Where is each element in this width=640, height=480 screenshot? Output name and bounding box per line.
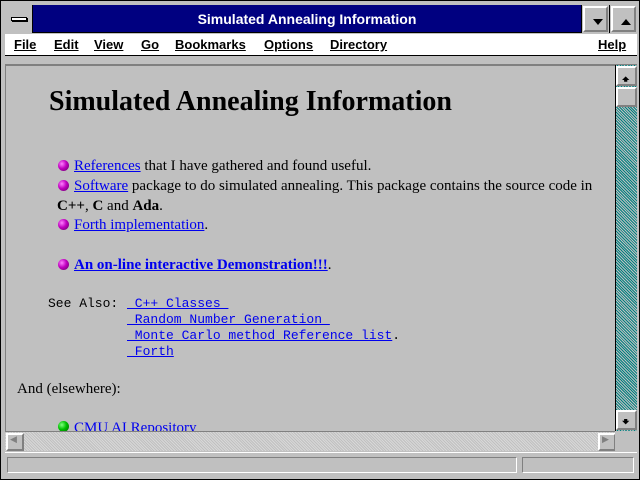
scrollbar-corner	[615, 431, 637, 451]
vertical-scrollbar[interactable]: 🠹 🠻	[615, 65, 637, 431]
menu-help[interactable]: Help	[598, 37, 626, 52]
menu-bookmarks[interactable]: Bookmarks	[175, 37, 246, 52]
magenta-ball-bullet	[58, 160, 69, 171]
menu-directory[interactable]: Directory	[330, 37, 387, 52]
see-also-label: See Also:	[48, 296, 119, 311]
list-item: CMU AI Repository	[74, 419, 197, 431]
status-message	[7, 457, 517, 473]
list-item: References that I have gathered and foun…	[74, 158, 372, 174]
maximize-icon	[621, 19, 631, 25]
demonstration-link[interactable]: An on-line interactive Demonstration!!!	[74, 257, 328, 273]
progress-indicator	[522, 457, 634, 473]
forth-link[interactable]: Forth	[127, 344, 174, 359]
window-title: Simulated Annealing Information	[197, 11, 417, 27]
menu-file[interactable]: File	[14, 37, 36, 52]
minimize-icon	[593, 19, 603, 25]
menu-view[interactable]: View	[94, 37, 123, 52]
horizontal-scrollbar[interactable]: ◀ ▶	[5, 431, 617, 451]
menu-options[interactable]: Options	[264, 37, 313, 52]
list-item-continuation: C++, C and Ada.	[57, 198, 163, 214]
forth-implementation-link[interactable]: Forth implementation	[74, 217, 204, 233]
menu-bar: File Edit View Go Bookmarks Options Dire…	[5, 34, 637, 56]
arrow-right-icon: ▶	[602, 435, 609, 445]
browser-window: Simulated Annealing Information File Edi…	[0, 0, 640, 480]
list-item: Software package to do simulated anneali…	[74, 178, 593, 194]
system-menu-button[interactable]	[5, 5, 33, 33]
see-also-item: Forth	[127, 343, 174, 361]
menu-edit[interactable]: Edit	[54, 37, 79, 52]
scroll-right-button[interactable]: ▶	[598, 433, 616, 451]
maximize-button[interactable]	[609, 5, 637, 33]
scroll-left-button[interactable]: ◀	[6, 433, 24, 451]
references-link[interactable]: References	[74, 158, 141, 174]
status-bar	[5, 452, 637, 477]
title-bar: Simulated Annealing Information	[5, 5, 637, 33]
magenta-ball-bullet	[58, 259, 69, 270]
vertical-scroll-thumb[interactable]	[616, 87, 637, 107]
list-item: Forth implementation.	[74, 217, 209, 233]
scroll-up-button[interactable]: 🠹	[616, 66, 637, 86]
page-heading: Simulated Annealing Information	[49, 86, 452, 117]
cmu-ai-repository-link[interactable]: CMU AI Repository	[74, 420, 197, 431]
scroll-down-button[interactable]: 🠻	[616, 410, 637, 430]
monte-carlo-link[interactable]: Monte Carlo method Reference list	[127, 328, 392, 343]
elsewhere-label: And (elsewhere):	[17, 381, 121, 397]
magenta-ball-bullet	[58, 219, 69, 230]
magenta-ball-bullet	[58, 180, 69, 191]
list-item: An on-line interactive Demonstration!!!.	[74, 257, 332, 273]
toolbar-gap	[5, 57, 637, 65]
cpp-classes-link[interactable]: C++ Classes	[127, 296, 228, 311]
random-number-generation-link[interactable]: Random Number Generation	[127, 312, 330, 327]
green-ball-bullet	[58, 421, 69, 431]
minimize-button[interactable]	[581, 5, 609, 33]
arrow-left-icon: ◀	[10, 435, 17, 445]
system-menu-icon	[11, 17, 27, 21]
menu-go[interactable]: Go	[141, 37, 159, 52]
document-view[interactable]: Simulated Annealing Information Referenc…	[5, 65, 615, 431]
software-link[interactable]: Software	[74, 178, 128, 194]
